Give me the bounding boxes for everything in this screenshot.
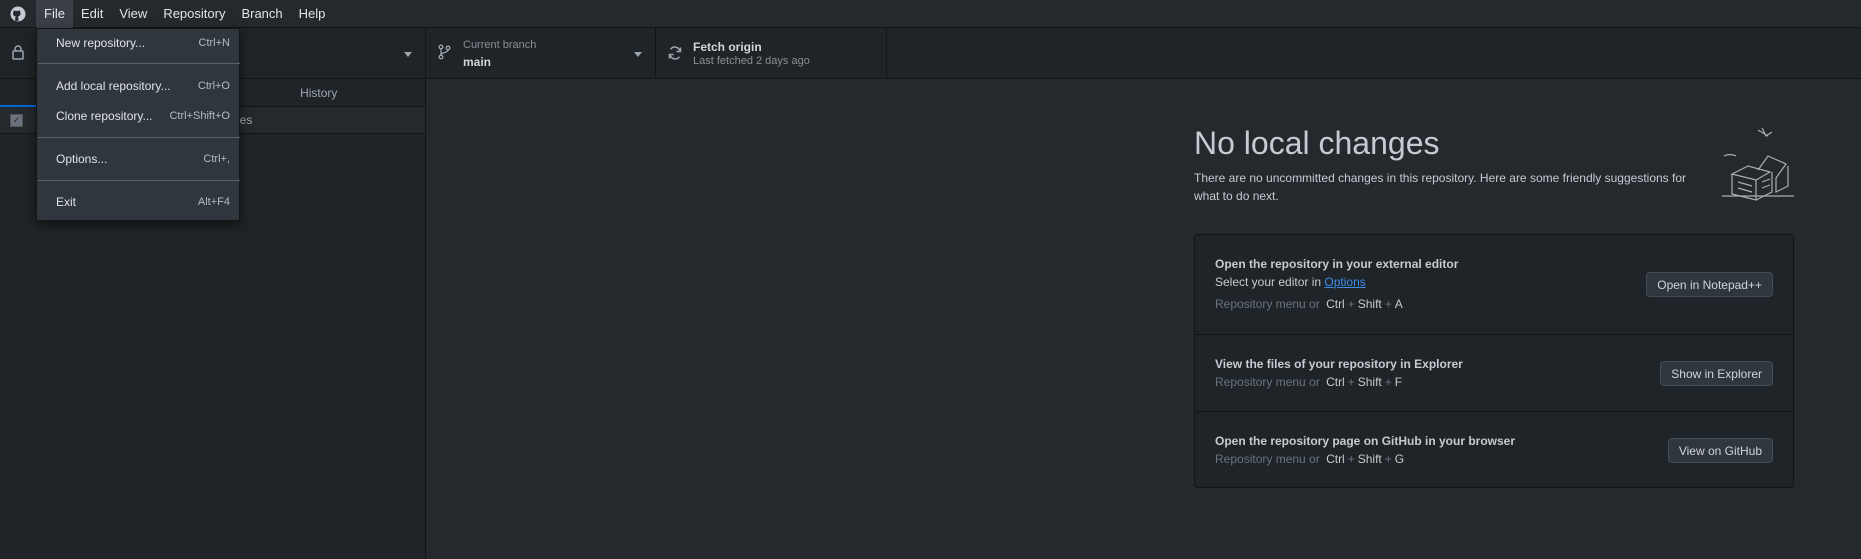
- suggestion-show-explorer: View the files of your repository in Exp…: [1195, 334, 1793, 411]
- chevron-down-icon: [634, 52, 642, 57]
- menu-item-shortcut: Ctrl+Shift+O: [169, 110, 230, 122]
- lock-icon: [11, 44, 25, 63]
- sync-icon: [667, 45, 683, 64]
- options-link[interactable]: Options: [1324, 275, 1365, 289]
- menu-item-shortcut: Ctrl+N: [198, 37, 230, 49]
- menu-item-shortcut: Ctrl+,: [203, 153, 230, 165]
- empty-state-illustration-icon: [1718, 126, 1798, 204]
- fetch-origin-subtitle: Last fetched 2 days ago: [693, 55, 810, 67]
- select-all-checkbox[interactable]: ✓: [10, 113, 23, 127]
- menu-file[interactable]: File: [36, 0, 73, 28]
- menu-item-add-local-repository[interactable]: Add local repository... Ctrl+O: [37, 74, 239, 98]
- view-on-github-button[interactable]: View on GitHub: [1667, 438, 1773, 463]
- menu-item-exit[interactable]: Exit Alt+F4: [37, 190, 239, 214]
- menu-help[interactable]: Help: [291, 0, 334, 28]
- menu-item-clone-repository[interactable]: Clone repository... Ctrl+Shift+O: [37, 104, 239, 128]
- key-ctrl: Ctrl: [1326, 375, 1345, 389]
- current-branch-name: main: [463, 55, 492, 69]
- menu-item-shortcut: Ctrl+O: [197, 80, 230, 92]
- key-a: A: [1394, 297, 1403, 311]
- suggestions-list: Open the repository in your external edi…: [1194, 234, 1794, 488]
- key-g: G: [1394, 452, 1405, 466]
- suggestion-title: Open the repository page on GitHub in yo…: [1215, 434, 1516, 448]
- menu-item-shortcut: Alt+F4: [197, 196, 230, 208]
- suggestion-shortcut: Repository menu or Ctrl + Shift + A: [1215, 297, 1406, 311]
- show-in-explorer-button[interactable]: Show in Explorer: [1660, 361, 1773, 386]
- menu-item-options[interactable]: Options... Ctrl+,: [37, 147, 239, 171]
- key-shift: Shift: [1357, 452, 1382, 466]
- toolbar: Current branch main Fetch origin Last fe…: [0, 28, 1861, 79]
- suggestion-description: Select your editor in Options: [1215, 275, 1366, 289]
- suggestion-shortcut: Repository menu or Ctrl + Shift + F: [1215, 375, 1405, 389]
- menu-item-label: New repository...: [56, 36, 146, 50]
- open-in-editor-button[interactable]: Open in Notepad++: [1646, 272, 1773, 297]
- shortcut-prefix: Repository menu or: [1215, 297, 1320, 311]
- menu-item-label: Options...: [56, 152, 108, 166]
- shortcut-prefix: Repository menu or: [1215, 375, 1320, 389]
- menu-view[interactable]: View: [111, 0, 155, 28]
- suggestion-title: Open the repository in your external edi…: [1215, 257, 1459, 271]
- suggestion-open-editor: Open the repository in your external edi…: [1195, 235, 1793, 334]
- suggestion-description-text: Select your editor in: [1215, 275, 1325, 289]
- key-f: F: [1394, 375, 1403, 389]
- branch-icon: [437, 44, 451, 63]
- suggestion-title: View the files of your repository in Exp…: [1215, 357, 1463, 371]
- key-ctrl: Ctrl: [1326, 452, 1345, 466]
- chevron-down-icon: [404, 52, 412, 57]
- menu-item-new-repository[interactable]: New repository... Ctrl+N: [37, 31, 239, 55]
- menu-repository[interactable]: Repository: [155, 0, 233, 28]
- menu-separator: [38, 180, 240, 181]
- current-branch-caption: Current branch: [463, 39, 537, 51]
- menu-bar: File Edit View Repository Branch Help: [0, 0, 1861, 28]
- page-title: No local changes: [1194, 125, 1440, 161]
- shortcut-prefix: Repository menu or: [1215, 452, 1320, 466]
- menu-branch[interactable]: Branch: [233, 0, 290, 28]
- fetch-origin-title: Fetch origin: [693, 40, 762, 54]
- key-shift: Shift: [1357, 375, 1382, 389]
- github-logo-icon: [0, 0, 36, 28]
- blank-description: There are no uncommitted changes in this…: [1194, 171, 1687, 203]
- menu-item-label: Clone repository...: [56, 109, 153, 123]
- menu-item-label: Exit: [56, 195, 77, 209]
- key-shift: Shift: [1357, 297, 1382, 311]
- suggestion-view-github: Open the repository page on GitHub in yo…: [1195, 411, 1793, 487]
- fetch-origin-button[interactable]: Fetch origin Last fetched 2 days ago: [656, 28, 887, 79]
- tab-history[interactable]: History: [213, 79, 426, 107]
- file-menu-dropdown: New repository... Ctrl+N Add local repos…: [36, 28, 240, 221]
- menu-edit[interactable]: Edit: [73, 0, 111, 28]
- suggestion-shortcut: Repository menu or Ctrl + Shift + G: [1215, 452, 1407, 466]
- menu-separator: [38, 137, 240, 138]
- menu-separator: [38, 63, 240, 64]
- current-branch-button[interactable]: Current branch main: [426, 28, 656, 79]
- key-ctrl: Ctrl: [1326, 297, 1345, 311]
- menu-item-label: Add local repository...: [56, 79, 171, 93]
